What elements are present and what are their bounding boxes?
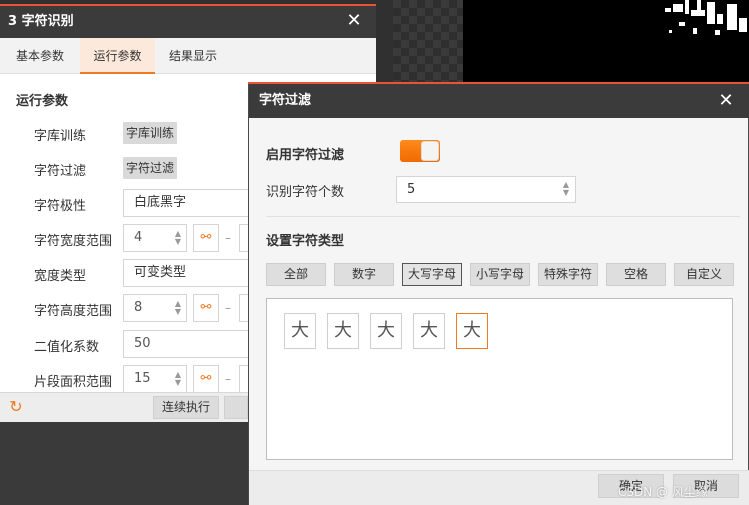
left-panel-title: 3 字符识别 [0, 6, 376, 38]
char-slot-selected[interactable]: 大 [456, 313, 488, 349]
row-label-width-type: 宽度类型 [34, 269, 87, 284]
height-min-input[interactable]: 8 ▲ ▼ [123, 294, 187, 322]
left-panel-close-icon[interactable]: ✕ [344, 10, 364, 32]
segment-min-value: 15 [134, 371, 151, 386]
row-label-segment-area: 片段面积范围 [34, 375, 113, 390]
char-count-label: 识别字符个数 [266, 185, 345, 200]
stepper-arrows-icon[interactable]: ▲ ▼ [175, 230, 181, 246]
continuous-run-button[interactable]: 连续执行 [153, 396, 219, 419]
stepper-arrows-icon[interactable]: ▲ ▼ [175, 371, 181, 387]
type-digit-button[interactable]: 数字 [334, 263, 394, 286]
width-type-select[interactable]: 可变类型 [123, 259, 253, 287]
width-link-icon[interactable]: ⚯ [193, 224, 219, 252]
height-link-icon[interactable]: ⚯ [193, 294, 219, 322]
type-uppercase-button[interactable]: 大写字母 [402, 263, 462, 286]
binarize-input[interactable]: 50 [123, 330, 253, 358]
range-dash: – [225, 231, 231, 245]
tab-bar: 基本参数 运行参数 结果显示 [0, 38, 376, 74]
segment-link-icon[interactable]: ⚯ [193, 365, 219, 393]
char-slot[interactable]: 大 [370, 313, 402, 349]
dialog-title: 字符过滤 [249, 84, 749, 118]
toggle-knob [421, 141, 439, 161]
range-dash: – [225, 372, 231, 386]
section-title: 运行参数 [16, 94, 69, 109]
stepper-arrows-icon[interactable]: ▲ ▼ [563, 181, 569, 197]
row-label-height-range: 字符高度范围 [34, 304, 113, 319]
image-preview-noise [665, 0, 749, 50]
width-min-input[interactable]: 4 ▲ ▼ [123, 224, 187, 252]
polarity-select[interactable]: 白底黑字 [123, 189, 253, 217]
type-custom-button[interactable]: 自定义 [674, 263, 734, 286]
dialog-close-icon[interactable]: ✕ [715, 89, 737, 113]
width-min-value: 4 [134, 230, 143, 245]
refresh-icon[interactable]: ↻ [8, 399, 24, 415]
enable-filter-toggle[interactable] [400, 140, 440, 162]
stepper-arrows-icon[interactable]: ▲ ▼ [175, 300, 181, 316]
type-all-button[interactable]: 全部 [266, 263, 326, 286]
segment-min-input[interactable]: 15 ▲ ▼ [123, 365, 187, 393]
watermark: CSDN @ 风尘缘 [618, 485, 708, 499]
char-slot[interactable]: 大 [413, 313, 445, 349]
row-label-width-range: 字符宽度范围 [34, 234, 113, 249]
type-lowercase-button[interactable]: 小写字母 [470, 263, 530, 286]
enable-filter-label: 启用字符过滤 [266, 148, 345, 163]
char-count-input[interactable]: 5 ▲ ▼ [396, 176, 576, 203]
run-once-button[interactable] [224, 396, 248, 419]
row-label-lib-train: 字库训练 [34, 129, 87, 144]
transparency-checker [393, 0, 463, 85]
char-count-value: 5 [407, 182, 416, 197]
range-dash: – [225, 301, 231, 315]
lib-train-button[interactable]: 字库训练 [123, 122, 178, 144]
tab-run-params[interactable]: 运行参数 [80, 38, 155, 74]
divider [266, 216, 740, 217]
type-special-button[interactable]: 特殊字符 [538, 263, 598, 286]
row-label-polarity: 字符极性 [34, 199, 87, 214]
tab-result-display[interactable]: 结果显示 [155, 38, 231, 74]
char-type-section-title: 设置字符类型 [266, 234, 345, 249]
row-label-binarize: 二值化系数 [34, 340, 100, 355]
type-space-button[interactable]: 空格 [606, 263, 666, 286]
char-slot[interactable]: 大 [284, 313, 316, 349]
row-label-char-filter: 字符过滤 [34, 164, 87, 179]
char-slot[interactable]: 大 [327, 313, 359, 349]
char-filter-button[interactable]: 字符过滤 [123, 157, 178, 179]
height-min-value: 8 [134, 300, 143, 315]
tab-basic-params[interactable]: 基本参数 [0, 38, 80, 74]
